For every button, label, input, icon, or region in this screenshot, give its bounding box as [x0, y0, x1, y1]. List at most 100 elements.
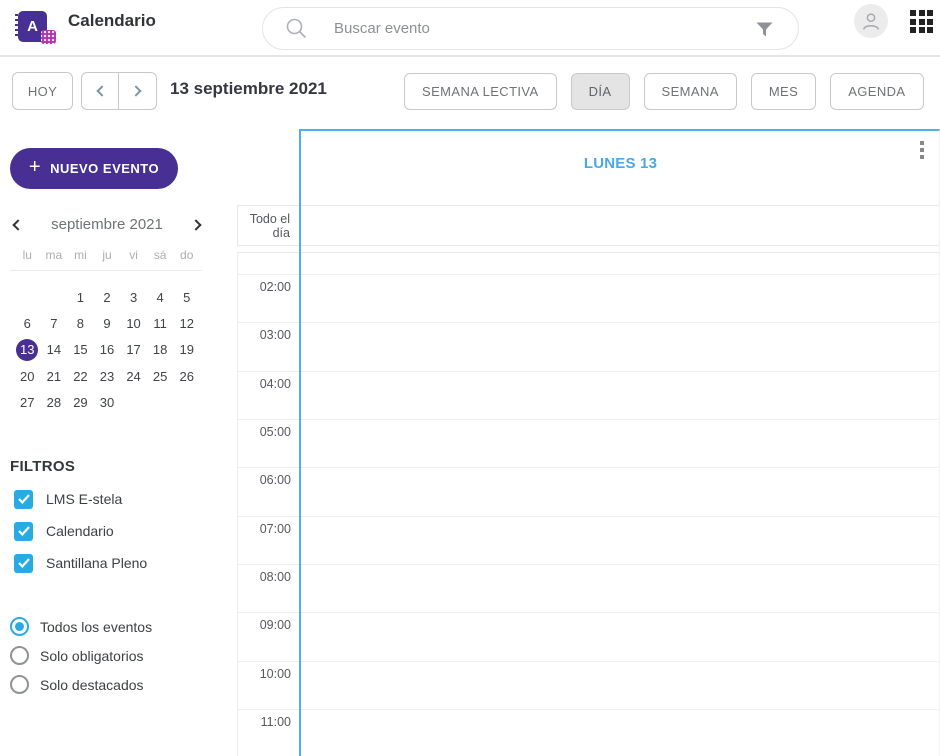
mini-calendar-day[interactable]: 9 — [94, 310, 121, 336]
time-row-09-00[interactable]: 09:00 — [238, 612, 940, 660]
time-gutter-cell — [238, 613, 300, 660]
radio-label: Solo obligatorios — [40, 648, 144, 664]
time-row-06-00[interactable]: 06:00 — [238, 467, 940, 515]
current-date-label: 13 septiembre 2021 — [170, 79, 327, 99]
mini-calendar-day[interactable]: 25 — [147, 363, 174, 389]
view-button-semana-lectiva[interactable]: SEMANA LECTIVA — [404, 73, 557, 110]
mini-calendar-day — [41, 284, 68, 310]
plus-icon: + — [29, 156, 41, 179]
mini-calendar-day[interactable]: 19 — [173, 337, 200, 363]
time-row-02-00[interactable]: 02:00 — [238, 274, 940, 322]
mini-calendar-day[interactable]: 23 — [94, 363, 121, 389]
user-avatar[interactable] — [854, 4, 888, 38]
time-row-08-00[interactable]: 08:00 — [238, 564, 940, 612]
search-input[interactable]: Buscar evento — [262, 7, 799, 50]
mini-calendar-day[interactable]: 13 — [14, 337, 41, 363]
mini-calendar-day[interactable]: 16 — [94, 337, 121, 363]
view-button-semana[interactable]: SEMANA — [644, 73, 737, 110]
mini-calendar-day[interactable]: 10 — [120, 310, 147, 336]
mini-calendar-day[interactable]: 24 — [120, 363, 147, 389]
radio-solo-destacados[interactable]: Solo destacados — [10, 670, 152, 699]
new-event-button[interactable]: + NUEVO EVENTO — [10, 148, 178, 189]
checkbox-label: LMS E-stela — [46, 491, 122, 507]
mini-calendar-day[interactable]: 29 — [67, 390, 94, 416]
mini-calendar-grid: 1234567891011121314151617181920212223242… — [14, 284, 200, 416]
time-gutter-cell — [238, 710, 300, 756]
view-switcher: SEMANA LECTIVA DÍA SEMANA MES AGENDA — [404, 73, 924, 110]
mini-calendar-day[interactable]: 1 — [67, 284, 94, 310]
mini-calendar-next-icon[interactable] — [190, 219, 201, 230]
time-row-11-00[interactable]: 11:00 — [238, 709, 940, 756]
mini-calendar-weekdays: lumamijuvisádo — [14, 248, 200, 262]
mini-calendar-day[interactable]: 3 — [120, 284, 147, 310]
mini-calendar-day[interactable]: 22 — [67, 363, 94, 389]
apps-grid-icon[interactable] — [910, 10, 935, 35]
next-day-button[interactable] — [119, 72, 157, 110]
filter-icon[interactable] — [756, 22, 773, 37]
filter-checkbox-santillana-pleno[interactable]: Santillana Pleno — [14, 547, 147, 579]
filters-heading: FILTROS — [10, 458, 75, 475]
mini-calendar-day — [120, 390, 147, 416]
view-button-dia[interactable]: DÍA — [571, 73, 630, 110]
all-day-label: Todo el día — [237, 206, 299, 245]
mini-calendar-header: septiembre 2021 — [14, 216, 200, 233]
weekday-label: lu — [14, 248, 41, 262]
app-logo-icon: A — [14, 10, 56, 46]
radio-icon — [10, 646, 29, 665]
weekday-label: ma — [41, 248, 68, 262]
today-button[interactable]: HOY — [12, 72, 73, 110]
mini-calendar-day — [147, 390, 174, 416]
mini-calendar-day[interactable]: 7 — [41, 310, 68, 336]
mini-calendar-day[interactable]: 2 — [94, 284, 121, 310]
page-title: Calendario — [68, 11, 156, 31]
radio-solo-obligatorios[interactable]: Solo obligatorios — [10, 641, 152, 670]
time-row-07-00[interactable]: 07:00 — [238, 516, 940, 564]
mini-calendar-day[interactable]: 5 — [173, 284, 200, 310]
mini-calendar-month-label: septiembre 2021 — [51, 216, 163, 233]
radio-label: Solo destacados — [40, 677, 144, 693]
mini-calendar-day[interactable]: 27 — [14, 390, 41, 416]
time-row-04-00[interactable]: 04:00 — [238, 371, 940, 419]
radio-todos-los-eventos[interactable]: Todos los eventos — [10, 612, 152, 641]
time-row-03-00[interactable]: 03:00 — [238, 322, 940, 370]
view-button-agenda[interactable]: AGENDA — [830, 73, 923, 110]
checkbox-checked-icon — [14, 554, 33, 573]
filter-checkbox-calendario[interactable]: Calendario — [14, 515, 147, 547]
checkbox-label: Santillana Pleno — [46, 555, 147, 571]
time-gutter-cell — [238, 372, 300, 419]
time-gutter-cell — [238, 662, 300, 709]
time-row-10-00[interactable]: 10:00 — [238, 661, 940, 709]
mini-calendar-day[interactable]: 20 — [14, 363, 41, 389]
date-nav — [81, 72, 157, 110]
radio-icon — [10, 675, 29, 694]
calendar-toolbar: HOY 13 septiembre 2021 SEMANA LECTIVA DÍA… — [0, 57, 940, 125]
time-gutter-cell — [238, 420, 300, 467]
prev-day-button[interactable] — [81, 72, 119, 110]
mini-calendar-day[interactable]: 4 — [147, 284, 174, 310]
all-day-row[interactable]: Todo el día — [237, 205, 940, 246]
chevron-right-icon — [130, 85, 141, 96]
time-row-partial[interactable] — [238, 253, 940, 274]
time-gutter-cell — [238, 275, 300, 322]
mini-calendar-day[interactable]: 17 — [120, 337, 147, 363]
mini-calendar-day[interactable]: 6 — [14, 310, 41, 336]
mini-calendar-day[interactable]: 18 — [147, 337, 174, 363]
mini-calendar-day[interactable]: 12 — [173, 310, 200, 336]
mini-calendar-day[interactable]: 15 — [67, 337, 94, 363]
mini-calendar-day[interactable]: 8 — [67, 310, 94, 336]
weekday-label: vi — [120, 248, 147, 262]
view-button-mes[interactable]: MES — [751, 73, 816, 110]
mini-calendar-prev-icon[interactable] — [12, 219, 23, 230]
filter-checkbox-lms-e-stela[interactable]: LMS E-stela — [14, 483, 147, 515]
mini-calendar-day[interactable]: 11 — [147, 310, 174, 336]
mini-calendar-day — [14, 284, 41, 310]
mini-calendar-day[interactable]: 28 — [41, 390, 68, 416]
mini-calendar-day[interactable]: 30 — [94, 390, 121, 416]
radio-icon — [10, 617, 29, 636]
time-row-05-00[interactable]: 05:00 — [238, 419, 940, 467]
day-view: LUNES 13 Todo el día 02:0003:0004:0005:0… — [237, 125, 940, 756]
sidebar: + NUEVO EVENTO septiembre 2021 lumamijuv… — [0, 125, 237, 756]
mini-calendar-day[interactable]: 26 — [173, 363, 200, 389]
mini-calendar-day[interactable]: 14 — [41, 337, 68, 363]
mini-calendar-day[interactable]: 21 — [41, 363, 68, 389]
